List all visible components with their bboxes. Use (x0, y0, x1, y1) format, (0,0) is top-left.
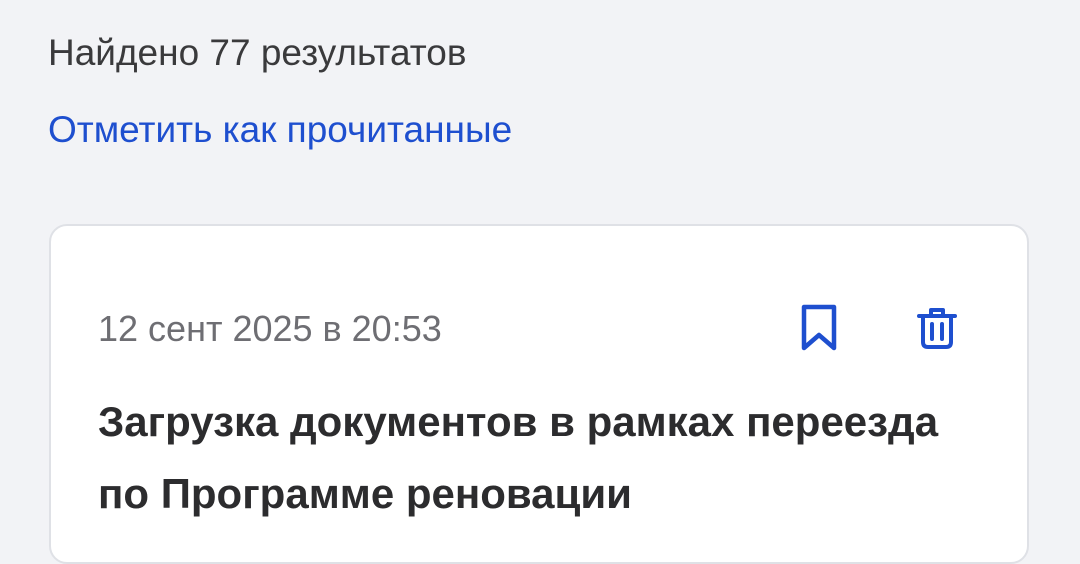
notification-date: 12 сент 2025 в 20:53 (98, 308, 442, 349)
results-count: Найдено 77 результатов (48, 32, 467, 73)
notification-card[interactable]: 12 сент 2025 в 20:53 Загрузка документов… (49, 224, 1029, 564)
bookmark-icon (801, 304, 837, 351)
bookmark-button[interactable] (791, 300, 847, 356)
trash-icon (917, 308, 957, 349)
delete-button[interactable] (909, 300, 965, 356)
mark-as-read-link[interactable]: Отметить как прочитанные (48, 107, 512, 153)
notification-title: Загрузка документов в рамках переезда по… (98, 398, 939, 517)
